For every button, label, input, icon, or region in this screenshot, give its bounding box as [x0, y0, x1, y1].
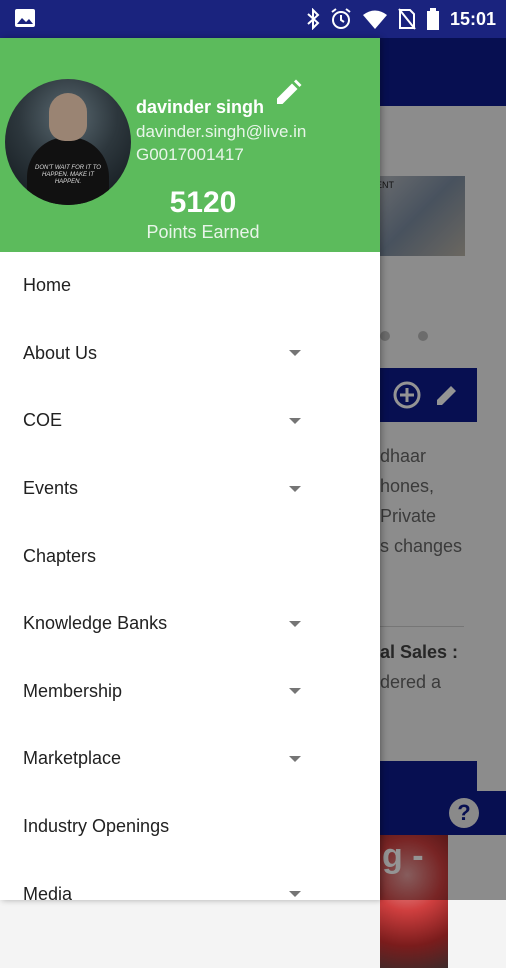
edit-profile-icon[interactable]: [273, 78, 303, 108]
menu-item-membership[interactable]: Membership: [0, 658, 380, 726]
wifi-icon: [362, 10, 387, 29]
points-label: Points Earned: [146, 222, 260, 242]
menu-item-about-us[interactable]: About Us: [0, 320, 380, 388]
menu-item-events[interactable]: Events: [0, 455, 380, 523]
menu-item-chapters[interactable]: Chapters: [0, 522, 380, 590]
drawer-scrim[interactable]: [380, 38, 506, 900]
menu-item-media[interactable]: Media: [0, 860, 380, 900]
expand-caret-icon: [289, 620, 301, 627]
expand-caret-icon: [289, 891, 301, 898]
battery-icon: [426, 8, 439, 30]
expand-caret-icon: [289, 350, 301, 357]
menu-item-coe[interactable]: COE: [0, 387, 380, 455]
no-sim-icon: [398, 8, 416, 30]
menu-item-knowledge-banks[interactable]: Knowledge Banks: [0, 590, 380, 658]
drawer-menu: Home About Us COE Events Chapters Knowle…: [0, 252, 380, 900]
menu-item-home[interactable]: Home: [0, 252, 380, 320]
expand-caret-icon: [289, 485, 301, 492]
navigation-drawer: DON'T WAIT FOR IT TO HAPPEN. MAKE IT HAP…: [0, 38, 380, 900]
bluetooth-icon: [307, 8, 320, 30]
alarm-icon: [331, 8, 351, 29]
expand-caret-icon: [289, 688, 301, 695]
user-name: davinder singh: [136, 97, 265, 117]
user-email: davinder.singh@live.in: [136, 122, 307, 141]
points-value: 5120: [169, 186, 237, 219]
menu-item-marketplace[interactable]: Marketplace: [0, 725, 380, 793]
member-id: G0017001417: [136, 145, 244, 164]
drawer-header: DON'T WAIT FOR IT TO HAPPEN. MAKE IT HAP…: [0, 38, 380, 252]
menu-item-industry-openings[interactable]: Industry Openings: [0, 793, 380, 861]
expand-caret-icon: [289, 417, 301, 424]
status-time: 15:01: [449, 8, 496, 29]
status-bar: 15:01: [0, 0, 506, 38]
expand-caret-icon: [289, 755, 301, 762]
image-icon: [15, 9, 35, 27]
